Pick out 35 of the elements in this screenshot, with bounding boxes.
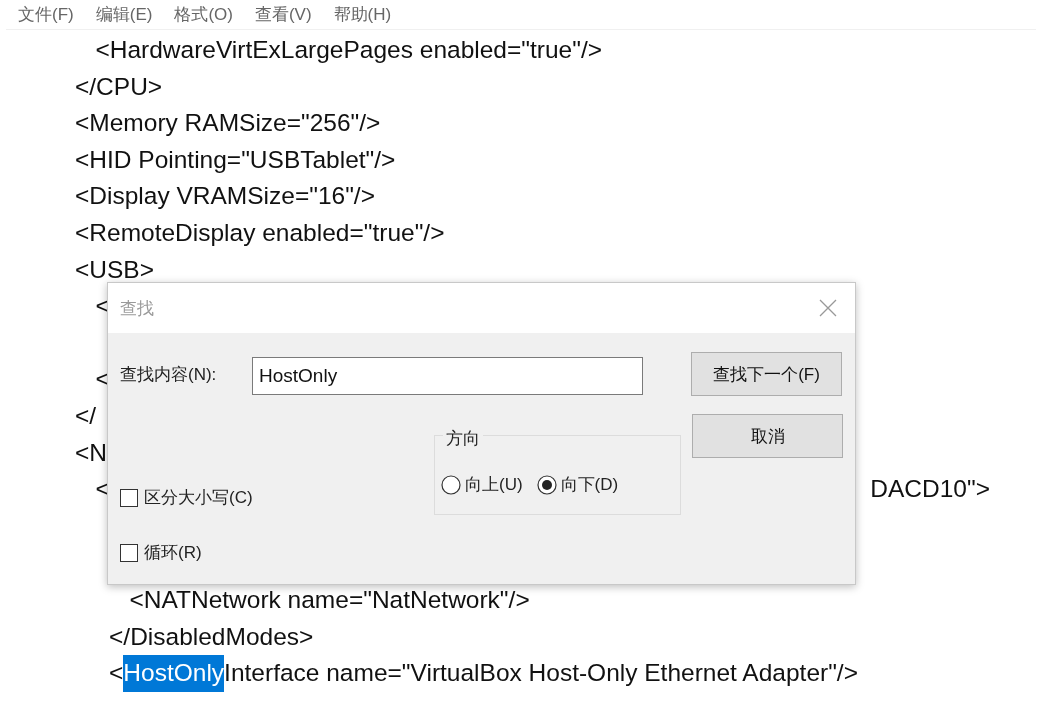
code-text: <NATNetwork name="NatNetwork"/> [128, 585, 530, 616]
code-text: <HID Pointing="USBTablet"/> [75, 144, 396, 175]
code-text: <Memory RAMSize="256"/> [75, 108, 381, 139]
code-text: DACD10"> [870, 474, 990, 505]
checkbox-label[interactable]: 循环(R) [144, 541, 202, 564]
dialog-title: 查找 [120, 297, 154, 320]
checkbox-label[interactable]: 区分大小写(C) [144, 486, 253, 509]
code-text: < [108, 658, 124, 689]
code-text: <USB> [75, 254, 154, 285]
code-text: <N [75, 437, 107, 468]
group-label: 方向 [443, 427, 483, 450]
code-text: </DisabledModes> [108, 621, 314, 652]
radio-button[interactable] [441, 474, 461, 495]
cancel-button[interactable]: 取消 [692, 414, 843, 458]
menu-item[interactable]: 文件(F) [16, 3, 94, 26]
code-text: <Display VRAMSize="16"/> [75, 181, 375, 212]
close-icon[interactable] [819, 299, 837, 317]
selected-text: HostOnly [123, 655, 225, 692]
checkbox[interactable] [120, 543, 138, 562]
code-text: </ [75, 400, 97, 431]
menu-item[interactable]: 编辑(E) [93, 3, 173, 26]
menu-item[interactable]: 格式(O) [172, 3, 253, 26]
code-text: <HardwareVirtExLargePages enabled="true"/> [94, 35, 602, 65]
menu-item[interactable]: 查看(V) [252, 3, 332, 26]
search-field[interactable]: HostOnly [252, 357, 643, 395]
find-next-button[interactable]: 查找下一个(F) [691, 352, 842, 396]
radio-label[interactable]: 向下(D) [560, 473, 619, 496]
menu-item[interactable]: 帮助(H) [331, 3, 412, 26]
search-label: 查找内容(N): [120, 363, 218, 386]
code-text: <RemoteDisplay enabled="true"/> [75, 217, 445, 248]
code-text: </CPU> [75, 71, 163, 102]
radio-button[interactable] [536, 474, 557, 495]
radio-label[interactable]: 向上(U) [465, 473, 523, 496]
checkbox[interactable] [120, 488, 138, 507]
code-text: Interface name="VirtualBox Host-Only Ethernet Adapter"/> [224, 658, 858, 689]
